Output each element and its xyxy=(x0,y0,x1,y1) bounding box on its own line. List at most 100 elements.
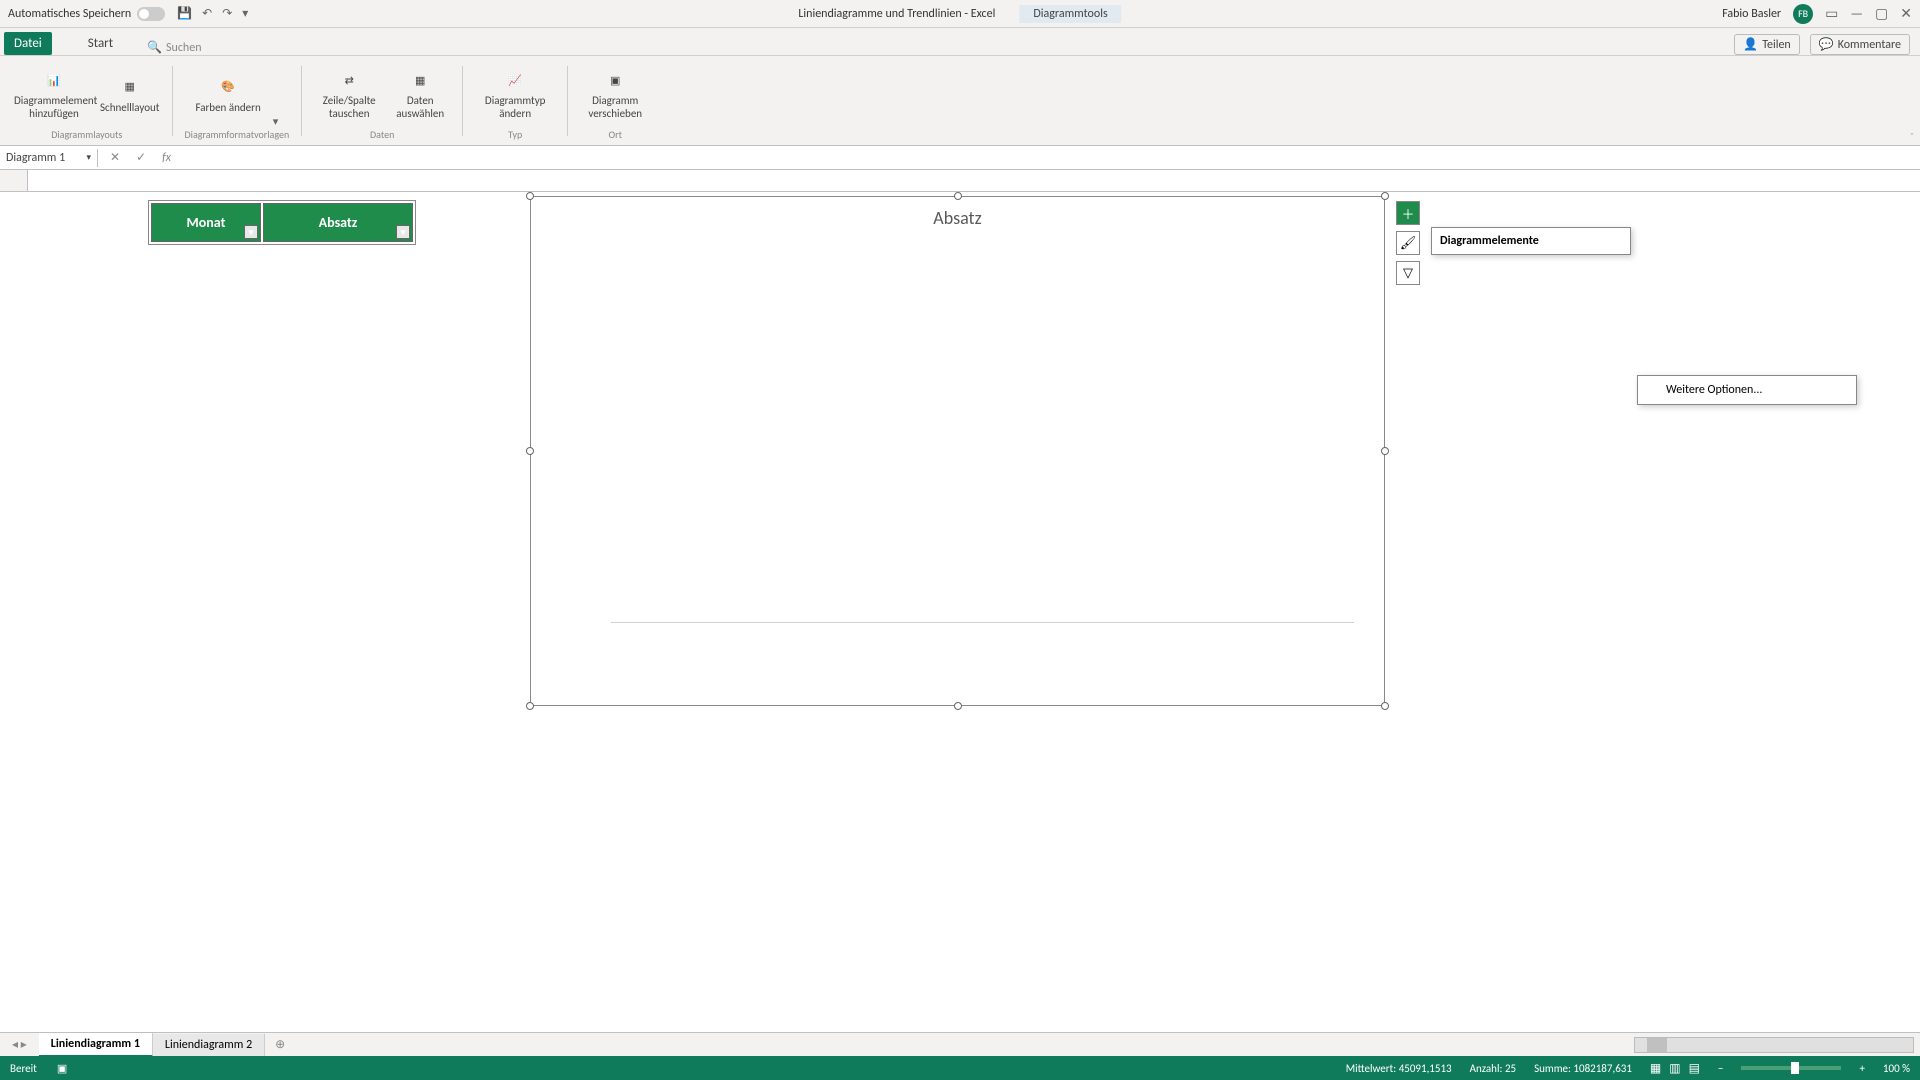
chart-filter-button[interactable]: ▽ xyxy=(1396,261,1420,285)
resize-handle[interactable] xyxy=(1381,702,1389,710)
add-chart-element-button[interactable]: 📊 Diagrammelement hinzufügen xyxy=(14,68,94,120)
chart-object[interactable]: Absatz ＋ 🖌 ▽ Diagrammelemente Weitere Op… xyxy=(530,196,1385,706)
autosave-label: Automatisches Speichern xyxy=(8,7,131,21)
gridlines-subflyout: Weitere Optionen... xyxy=(1637,375,1857,405)
filter-icon[interactable]: ▾ xyxy=(396,225,410,239)
resize-handle[interactable] xyxy=(954,702,962,710)
chart-styles-button[interactable]: 🖌 xyxy=(1396,231,1420,255)
name-box[interactable]: Diagramm 1 ▾ xyxy=(0,149,98,167)
save-icon[interactable]: 💾 xyxy=(177,6,192,21)
group-data-label: Daten xyxy=(370,128,394,141)
search-box[interactable]: 🔍 Suchen xyxy=(147,40,201,55)
more-options-item[interactable]: Weitere Optionen... xyxy=(1638,380,1856,400)
col-header-absatz[interactable]: Absatz▾ xyxy=(263,203,413,242)
share-icon: 👤 xyxy=(1743,37,1758,52)
view-normal-icon[interactable]: ▦ xyxy=(1650,1061,1661,1076)
comment-icon: 💬 xyxy=(1819,37,1834,52)
flyout-header: Diagrammelemente xyxy=(1432,228,1630,254)
resize-handle[interactable] xyxy=(1381,192,1389,200)
minimize-icon[interactable]: — xyxy=(1850,5,1863,22)
search-icon: 🔍 xyxy=(147,40,162,55)
resize-handle[interactable] xyxy=(954,192,962,200)
col-header-monat[interactable]: Monat▾ xyxy=(151,203,261,242)
undo-icon[interactable]: ↶ xyxy=(202,6,212,21)
zoom-in-icon[interactable]: + xyxy=(1859,1062,1864,1075)
macro-record-icon[interactable]: ▣ xyxy=(57,1062,67,1075)
group-location-label: Ort xyxy=(608,128,621,141)
chart-elements-button[interactable]: ＋ xyxy=(1396,201,1420,225)
sheet-tab-active[interactable]: Liniendiagramm 1 xyxy=(39,1033,153,1057)
plot-area[interactable] xyxy=(611,243,1354,623)
chart-canvas xyxy=(611,243,1354,625)
group-type-label: Typ xyxy=(508,128,522,141)
title-bar: Automatisches Speichern 💾 ↶ ↷ ▾ Liniendi… xyxy=(0,0,1920,28)
resize-handle[interactable] xyxy=(526,447,534,455)
colors-icon: 🎨 xyxy=(214,75,242,99)
tab-start[interactable]: Start xyxy=(80,32,121,55)
switch-icon: ⇄ xyxy=(335,68,363,92)
user-avatar-icon[interactable]: FB xyxy=(1793,4,1813,24)
chart-element-icon: 📊 xyxy=(40,68,68,92)
formula-bar: Diagramm 1 ▾ ✕ ✓ fx xyxy=(0,146,1920,170)
switch-rowcol-button[interactable]: ⇄ Zeile/Spalte tauschen xyxy=(314,68,384,120)
ribbon-body: 📊 Diagrammelement hinzufügen ▦ Schnellla… xyxy=(0,56,1920,146)
collapse-ribbon-icon[interactable]: ˬ xyxy=(1910,130,1914,143)
document-title: Liniendiagramme und Trendlinien - Excel xyxy=(798,7,995,21)
sheet-tabs: ◂ ▸ Liniendiagramm 1 Liniendiagramm 2 ⊕ xyxy=(0,1032,1920,1056)
chart-type-icon: 📈 xyxy=(501,68,529,92)
sheet-tab[interactable]: Liniendiagramm 2 xyxy=(153,1034,265,1056)
quick-layout-icon: ▦ xyxy=(116,75,144,99)
group-styles-label: Diagrammformatvorlagen xyxy=(185,128,290,141)
ribbon-tabs: Datei Start 🔍 Suchen 👤Teilen 💬Kommentare xyxy=(0,28,1920,56)
context-tab: Diagrammtools xyxy=(1019,5,1121,23)
share-button[interactable]: 👤Teilen xyxy=(1734,34,1800,55)
status-sum: Summe: 1082187,631 xyxy=(1534,1062,1632,1075)
change-colors-button[interactable]: 🎨 Farben ändern xyxy=(195,75,260,114)
status-count: Anzahl: 25 xyxy=(1470,1062,1516,1075)
filter-icon[interactable]: ▾ xyxy=(244,225,258,239)
tab-file[interactable]: Datei xyxy=(4,32,52,55)
resize-handle[interactable] xyxy=(526,192,534,200)
zoom-slider[interactable] xyxy=(1741,1066,1841,1070)
cancel-fx-icon[interactable]: ✕ xyxy=(110,150,120,165)
add-sheet-icon[interactable]: ⊕ xyxy=(265,1033,295,1056)
worksheet-grid[interactable]: Monat▾ Absatz▾ Absatz ＋ 🖌 ▽ Diagrammelem… xyxy=(0,170,1920,1010)
y-axis xyxy=(551,243,606,622)
resize-handle[interactable] xyxy=(1381,447,1389,455)
select-data-icon: ▦ xyxy=(406,68,434,92)
group-layouts-label: Diagrammlayouts xyxy=(51,128,122,141)
sheet-nav-icon[interactable]: ◂ ▸ xyxy=(0,1037,39,1052)
view-pagelayout-icon[interactable]: ▥ xyxy=(1669,1061,1680,1076)
comments-button[interactable]: 💬Kommentare xyxy=(1810,34,1910,55)
autosave-toggle[interactable]: Automatisches Speichern xyxy=(8,7,165,21)
divider xyxy=(172,66,173,136)
dropdown-icon[interactable]: ▾ xyxy=(86,152,91,163)
status-ready: Bereit xyxy=(10,1062,37,1075)
move-chart-icon: ▣ xyxy=(601,68,629,92)
select-all-corner[interactable] xyxy=(0,170,28,191)
ribbon-mode-icon[interactable]: ▭ xyxy=(1825,5,1838,22)
redo-icon[interactable]: ↷ xyxy=(222,6,232,21)
resize-handle[interactable] xyxy=(526,702,534,710)
search-placeholder: Suchen xyxy=(166,41,201,55)
view-pagebreak-icon[interactable]: ▤ xyxy=(1689,1061,1700,1076)
change-chart-type-button[interactable]: 📈 Diagrammtyp ändern xyxy=(475,68,555,120)
zoom-out-icon[interactable]: − xyxy=(1718,1062,1723,1075)
fx-icon[interactable]: fx xyxy=(162,151,171,165)
zoom-value[interactable]: 100 % xyxy=(1883,1062,1910,1075)
chart-elements-flyout: Diagrammelemente xyxy=(1431,227,1631,255)
status-bar: Bereit ▣ Mittelwert: 45091,1513 Anzahl: … xyxy=(0,1056,1920,1080)
status-mean: Mittelwert: 45091,1513 xyxy=(1346,1062,1452,1075)
toggle-switch-icon[interactable] xyxy=(137,7,165,21)
gallery-more-icon[interactable]: ▾ xyxy=(273,115,279,128)
user-name[interactable]: Fabio Basler xyxy=(1722,7,1781,21)
horizontal-scrollbar[interactable] xyxy=(1634,1037,1914,1053)
maximize-icon[interactable]: ▢ xyxy=(1875,5,1888,22)
qat-more-icon[interactable]: ▾ xyxy=(242,6,248,21)
close-icon[interactable]: ✕ xyxy=(1900,5,1912,22)
data-table[interactable]: Monat▾ Absatz▾ xyxy=(148,200,416,245)
quick-layout-button[interactable]: ▦ Schnelllayout xyxy=(100,75,160,114)
move-chart-button[interactable]: ▣ Diagramm verschieben xyxy=(580,68,650,120)
select-data-button[interactable]: ▦ Daten auswählen xyxy=(390,68,450,120)
confirm-fx-icon[interactable]: ✓ xyxy=(136,150,146,165)
